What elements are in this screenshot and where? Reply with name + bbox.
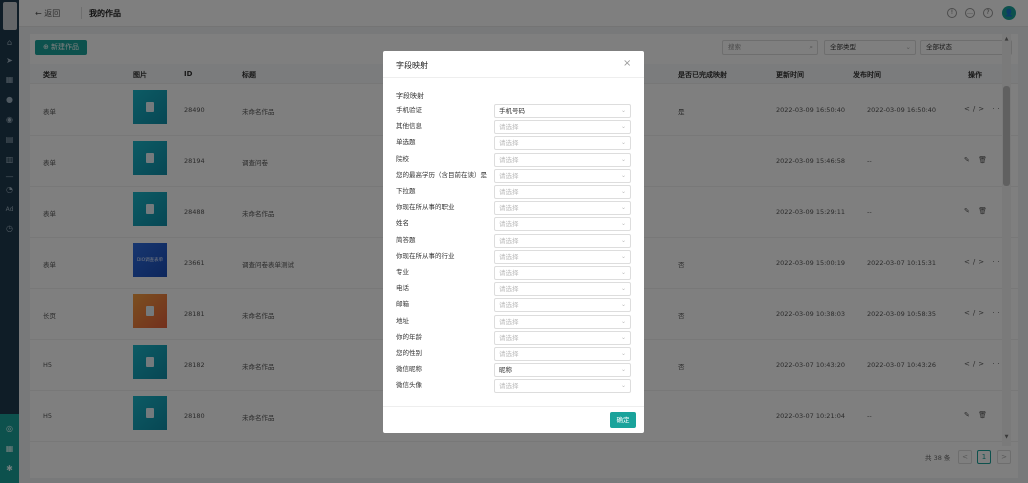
mapping-select[interactable]: 请选择 ⌄ (494, 120, 631, 135)
field-label: 邮箱 (396, 300, 409, 309)
chevron-down-icon: ⌄ (620, 269, 626, 276)
field-label: 其他信息 (396, 122, 422, 131)
chevron-down-icon: ⌄ (620, 171, 626, 179)
field-label: 姓名 (396, 219, 409, 228)
field-label: 地址 (396, 316, 409, 325)
close-icon[interactable]: × (623, 58, 631, 69)
mapping-select[interactable]: 请选择 ⌄ (494, 217, 631, 232)
dialog-title: 字段映射 (396, 61, 428, 70)
mapping-row: 电话 请选择 ⌄ (396, 281, 636, 297)
mapping-row: 简答题 请选择 ⌄ (396, 233, 636, 249)
chevron-down-icon: ⌄ (620, 236, 626, 244)
mapping-value: 请选择 (499, 155, 519, 164)
chevron-down-icon: ⌄ (620, 188, 626, 195)
mapping-select[interactable]: 请选择 ⌄ (494, 298, 631, 313)
chevron-down-icon: ⌄ (620, 204, 626, 212)
field-label: 简答题 (396, 235, 416, 244)
chevron-down-icon: ⌄ (620, 317, 626, 325)
mapping-value: 手机号码 (499, 107, 525, 115)
mapping-select[interactable]: 请选择 ⌄ (494, 185, 631, 199)
chevron-down-icon: ⌄ (620, 123, 626, 131)
mapping-row: 地址 请选择 ⌄ (396, 314, 636, 330)
mapping-select[interactable]: 请选择 ⌄ (494, 282, 631, 297)
mapping-row: 您的最高学历（含目前在读）是 请选择 ⌄ (396, 168, 636, 184)
dialog-body: 字段映射 手机验证 手机号码 ⌄ 其他信息 请选择 ⌄ 单选题 请选择 ⌄ 院校 请选择 ⌄ 您的最高学… (396, 89, 636, 394)
dialog-footer: 确定 (383, 406, 644, 433)
mapping-row: 手机验证 手机号码 ⌄ (396, 103, 636, 119)
mapping-row: 你现在所从事的行业 请选择 ⌄ (396, 249, 636, 265)
mapping-select[interactable]: 请选择 ⌄ (494, 136, 631, 151)
mapping-value: 昵称 (499, 366, 512, 375)
mapping-select[interactable]: 请选择 ⌄ (494, 168, 631, 183)
mapping-value: 请选择 (499, 171, 519, 180)
mapping-select[interactable]: 昵称 ⌄ (494, 363, 631, 378)
mapping-select[interactable]: 请选择 ⌄ (494, 266, 631, 280)
field-label: 您的最高学历（含目前在读）是 (396, 170, 487, 179)
mapping-value: 请选择 (499, 139, 519, 148)
field-label: 手机验证 (396, 106, 422, 114)
field-label: 微信昵称 (396, 365, 422, 374)
mapping-row: 您的性别 请选择 ⌄ (396, 346, 636, 362)
mapping-select[interactable]: 请选择 ⌄ (494, 249, 631, 264)
mapping-select[interactable]: 请选择 ⌄ (494, 201, 631, 216)
mapping-value: 请选择 (499, 317, 519, 326)
mapping-row: 专业 请选择 ⌄ (396, 265, 636, 281)
field-label: 微信头像 (396, 381, 422, 390)
field-label: 电话 (396, 284, 409, 293)
mapping-select[interactable]: 请选择 ⌄ (494, 314, 631, 329)
field-label: 你现在所从事的职业 (396, 203, 455, 212)
mapping-row: 你的年龄 请选择 ⌄ (396, 330, 636, 346)
mapping-value: 请选择 (499, 350, 519, 358)
field-label: 你的年龄 (396, 332, 422, 341)
chevron-down-icon: ⌄ (620, 350, 626, 357)
mapping-value: 请选择 (499, 301, 519, 310)
chevron-down-icon: ⌄ (620, 107, 626, 114)
field-label: 专业 (396, 268, 409, 276)
chevron-down-icon: ⌄ (620, 366, 626, 374)
mapping-value: 请选择 (499, 123, 519, 132)
field-label: 单选题 (396, 138, 416, 147)
chevron-down-icon: ⌄ (620, 139, 626, 147)
mapping-value: 请选择 (499, 236, 519, 245)
field-label: 下拉题 (396, 187, 416, 195)
mapping-row: 单选题 请选择 ⌄ (396, 135, 636, 151)
mapping-row: 你现在所从事的职业 请选择 ⌄ (396, 200, 636, 216)
mapping-select[interactable]: 请选择 ⌄ (494, 330, 631, 345)
mapping-select[interactable]: 请选择 ⌄ (494, 347, 631, 361)
mapping-row: 院校 请选择 ⌄ (396, 152, 636, 168)
chevron-down-icon: ⌄ (620, 333, 626, 341)
field-label: 您的性别 (396, 349, 422, 357)
confirm-button[interactable]: 确定 (610, 412, 636, 428)
field-mapping-dialog: 字段映射 × 字段映射 手机验证 手机号码 ⌄ 其他信息 请选择 ⌄ 单选题 请选择 ⌄ 院校 请选… (383, 51, 644, 433)
chevron-down-icon: ⌄ (620, 252, 626, 260)
mapping-value: 请选择 (499, 188, 519, 196)
mapping-value: 请选择 (499, 285, 519, 294)
mapping-value: 请选择 (499, 220, 519, 229)
mapping-row: 姓名 请选择 ⌄ (396, 216, 636, 232)
section-title: 字段映射 (396, 92, 424, 100)
field-label: 院校 (396, 154, 409, 163)
chevron-down-icon: ⌄ (620, 301, 626, 309)
mapping-row: 其他信息 请选择 ⌄ (396, 119, 636, 135)
chevron-down-icon: ⌄ (620, 220, 626, 228)
chevron-down-icon: ⌄ (620, 155, 626, 163)
chevron-down-icon: ⌄ (620, 285, 626, 293)
mapping-row: 下拉题 请选择 ⌄ (396, 184, 636, 200)
mapping-value: 请选择 (499, 204, 519, 213)
mapping-select[interactable]: 请选择 ⌄ (494, 379, 631, 394)
mapping-value: 请选择 (499, 333, 519, 342)
mapping-value: 请选择 (499, 269, 519, 277)
field-label: 你现在所从事的行业 (396, 251, 455, 260)
mapping-value: 请选择 (499, 382, 519, 391)
mapping-select[interactable]: 请选择 ⌄ (494, 233, 631, 248)
mapping-select[interactable]: 请选择 ⌄ (494, 152, 631, 167)
mapping-select[interactable]: 手机号码 ⌄ (494, 104, 631, 118)
dialog-header: 字段映射 × (383, 51, 644, 78)
mapping-row: 微信昵称 昵称 ⌄ (396, 362, 636, 378)
chevron-down-icon: ⌄ (620, 382, 626, 390)
mapping-row: 邮箱 请选择 ⌄ (396, 297, 636, 313)
mapping-row: 微信头像 请选择 ⌄ (396, 378, 636, 394)
mapping-value: 请选择 (499, 252, 519, 261)
